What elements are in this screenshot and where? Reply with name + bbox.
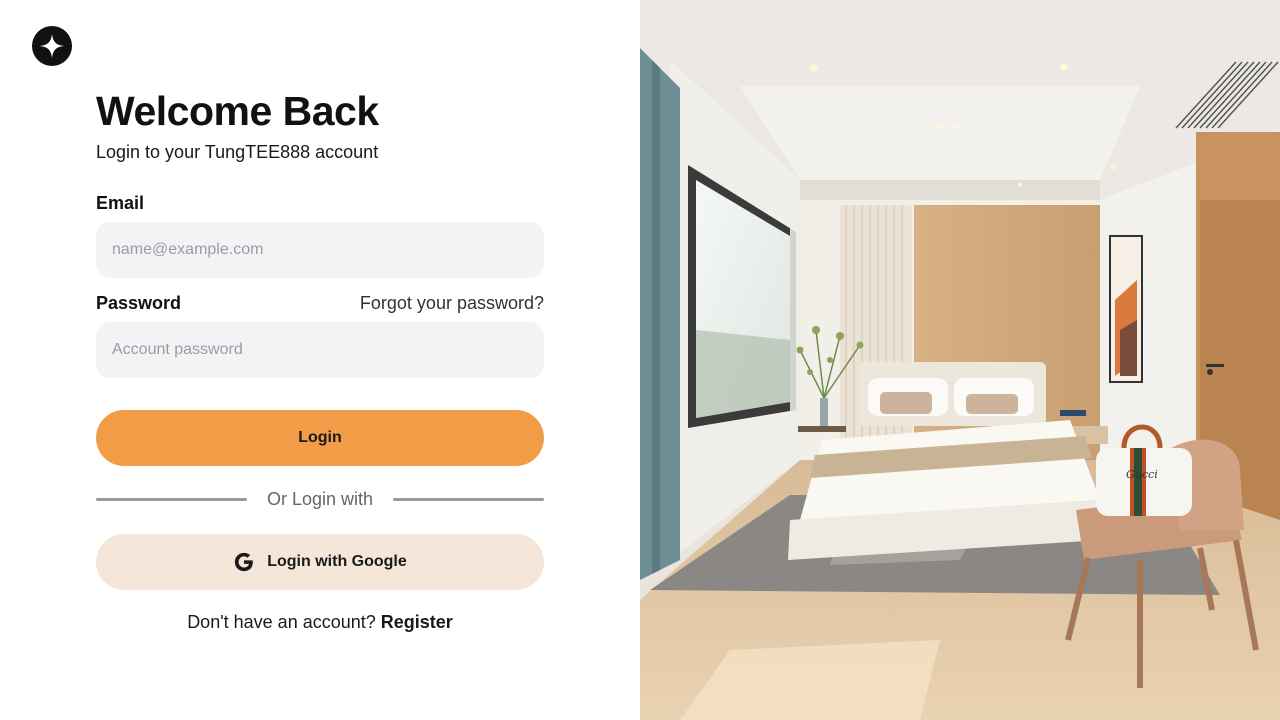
divider-line-right	[393, 498, 544, 501]
register-link[interactable]: Register	[381, 612, 453, 632]
page-title: Welcome Back	[96, 88, 379, 134]
email-input[interactable]	[96, 222, 544, 278]
page-subtitle: Login to your TungTEE888 account	[96, 142, 379, 162]
four-point-star-icon	[40, 34, 64, 58]
or-divider: Or Login with	[96, 488, 544, 512]
bedroom-scene: Gucci	[640, 0, 1280, 720]
google-login-button[interactable]: Login with Google	[96, 534, 544, 590]
bag-logo-text: Gucci	[1126, 468, 1158, 481]
password-input[interactable]	[96, 322, 544, 378]
register-prompt-text: Don't have an account?	[187, 612, 376, 632]
password-label: Password	[96, 293, 182, 313]
register-prompt: Don't have an account? Register	[96, 612, 544, 633]
brand-logo	[32, 26, 72, 66]
google-button-label: Login with Google	[267, 553, 407, 570]
google-g-icon	[235, 552, 254, 572]
login-button[interactable]: Login	[96, 410, 544, 466]
bedroom-illustration: Gucci	[640, 0, 1280, 720]
forgot-password-link[interactable]: Forgot your password?	[360, 293, 544, 314]
email-label: Email	[96, 193, 145, 213]
login-panel: Welcome Back Login to your TungTEE888 ac…	[0, 0, 640, 720]
